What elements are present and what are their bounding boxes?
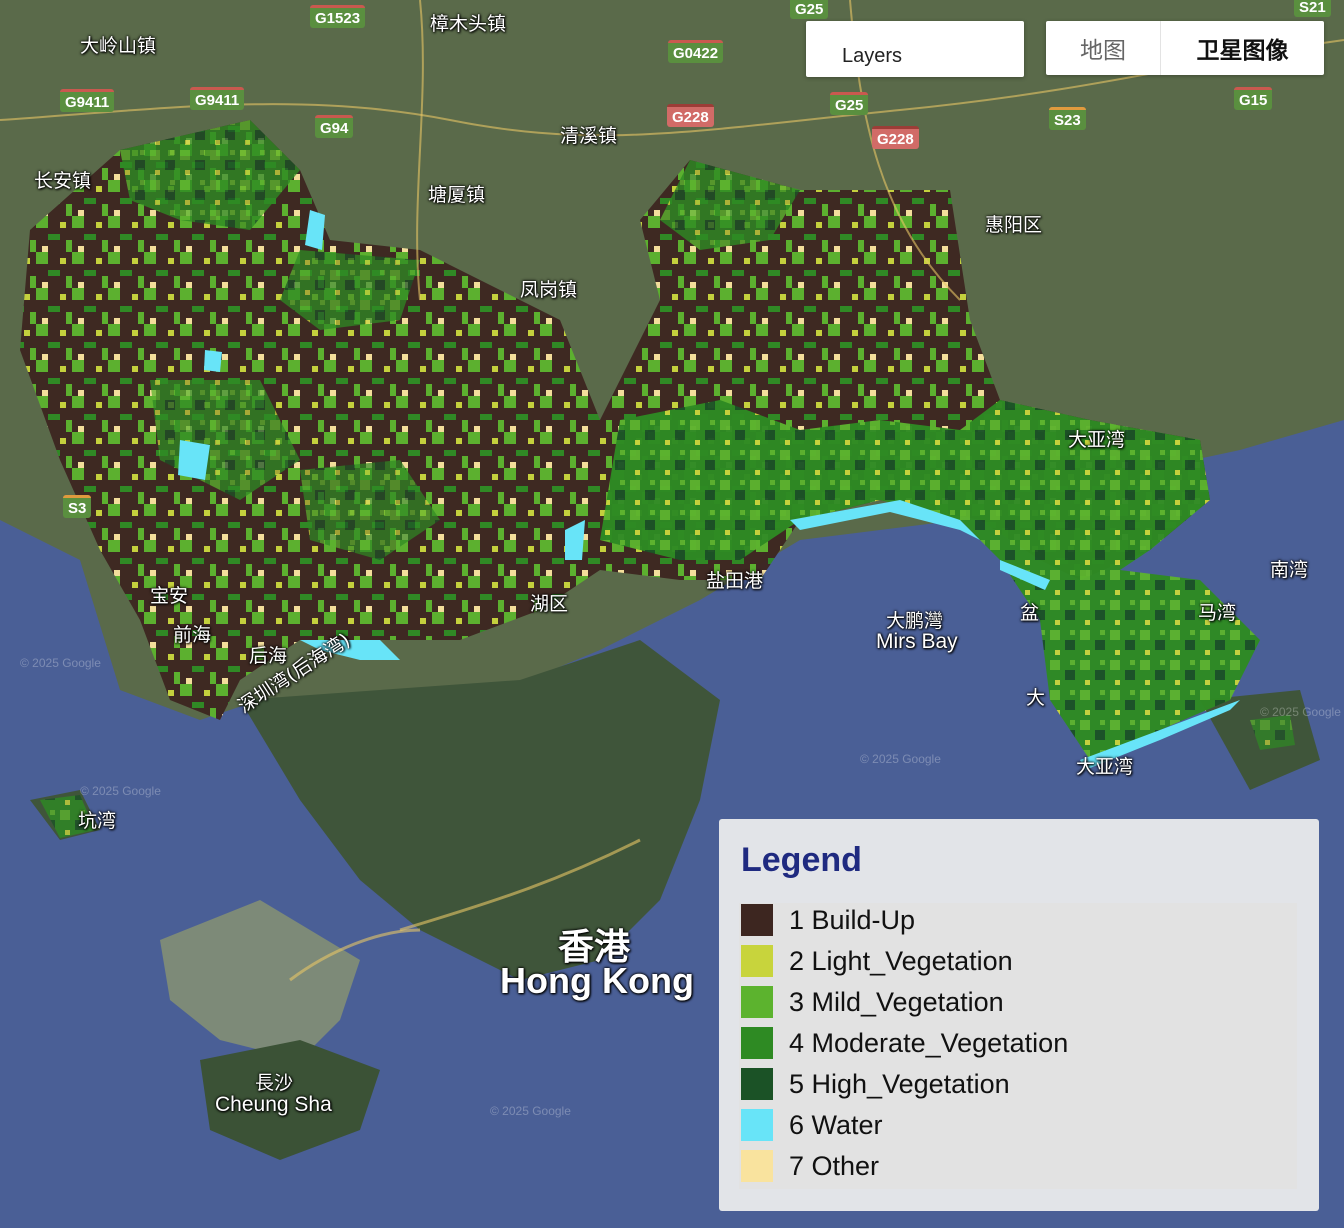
- legend-panel: Legend 1 Build-Up 2 Light_Vegetation 3 M…: [719, 819, 1319, 1211]
- road-shield: G94: [315, 115, 354, 138]
- place-label: 前海: [173, 624, 212, 646]
- legend-swatch: [741, 1109, 773, 1141]
- legend-swatch: [741, 1027, 773, 1059]
- legend-item-build-up: 1 Build-Up: [741, 903, 915, 937]
- place-label: 坑湾: [78, 810, 117, 832]
- place-label: 清溪镇: [560, 125, 618, 147]
- place-label: 大亚湾: [1068, 429, 1126, 451]
- legend-swatch: [741, 1150, 773, 1182]
- place-label: 長沙: [255, 1072, 294, 1094]
- place-label: 湖区: [530, 593, 569, 615]
- place-label: 樟木头镇: [430, 13, 507, 35]
- legend-label: 2 Light_Vegetation: [789, 945, 1013, 976]
- legend-item-moderate-vegetation: 4 Moderate_Vegetation: [741, 1026, 1068, 1060]
- legend-swatch: [741, 986, 773, 1018]
- legend-label: 3 Mild_Vegetation: [789, 986, 1004, 1017]
- road-shield: G0422: [668, 40, 724, 63]
- place-label: Cheung Sha: [215, 1093, 332, 1116]
- legend-list: 1 Build-Up 2 Light_Vegetation 3 Mild_Veg…: [739, 903, 1297, 1189]
- legend-label: 7 Other: [789, 1150, 880, 1181]
- google-watermark: © 2025 Google: [80, 784, 161, 798]
- place-label: 盐田港: [706, 570, 764, 592]
- google-watermark: © 2025 Google: [490, 1104, 571, 1118]
- legend-label: 5 High_Vegetation: [789, 1068, 1010, 1099]
- road-shield: S3: [63, 495, 92, 518]
- legend-item-other: 7 Other: [741, 1149, 879, 1183]
- legend-label: 1 Build-Up: [789, 904, 916, 935]
- place-label: Hong Kong: [500, 960, 694, 1001]
- place-label: 大亚湾: [1076, 756, 1134, 778]
- legend-swatch: [741, 1068, 773, 1100]
- layers-dropdown[interactable]: Layers: [806, 21, 1024, 77]
- road-shield: S21: [1294, 0, 1331, 17]
- map-type-control: 地图 卫星图像: [1046, 21, 1324, 75]
- place-label: 惠阳区: [985, 214, 1043, 236]
- legend-item-light-vegetation: 2 Light_Vegetation: [741, 944, 1013, 978]
- place-label: 大岭山镇: [80, 35, 157, 57]
- legend-item-water: 6 Water: [741, 1108, 883, 1142]
- road-shield: G25: [830, 92, 869, 115]
- legend-swatch: [741, 945, 773, 977]
- legend-label: 4 Moderate_Vegetation: [789, 1027, 1069, 1058]
- place-label: 大鹏灣: [886, 610, 944, 632]
- layers-label: Layers: [842, 45, 903, 67]
- place-label: 大: [1026, 687, 1046, 709]
- legend-swatch: [741, 904, 773, 936]
- map-type-satellite-button[interactable]: 卫星图像: [1161, 21, 1324, 75]
- place-label: 塘厦镇: [428, 184, 486, 206]
- google-watermark: © 2025 Google: [1260, 705, 1341, 719]
- place-label: 长安镇: [34, 170, 92, 192]
- map-type-map-button[interactable]: 地图: [1046, 21, 1161, 75]
- road-shield: G15: [1234, 87, 1273, 110]
- place-label: 宝安: [150, 585, 189, 607]
- road-shield: G9411: [190, 87, 245, 110]
- legend-item-high-vegetation: 5 High_Vegetation: [741, 1067, 1010, 1101]
- place-label: Mirs Bay: [876, 630, 958, 653]
- place-label: 凤岗镇: [520, 279, 578, 301]
- road-shield: G9411: [60, 89, 115, 112]
- google-watermark: © 2025 Google: [20, 656, 101, 670]
- road-shield: G1523: [310, 5, 366, 28]
- road-shield: G228: [667, 104, 714, 127]
- place-label: 南湾: [1270, 559, 1309, 581]
- road-shield: S23: [1049, 107, 1086, 130]
- google-watermark: © 2025 Google: [860, 752, 941, 766]
- legend-label: 6 Water: [789, 1109, 883, 1140]
- legend-item-mild-vegetation: 3 Mild_Vegetation: [741, 985, 1004, 1019]
- road-shield: G228: [872, 126, 919, 149]
- place-label: 马湾: [1198, 602, 1237, 624]
- place-label: 盆: [1020, 602, 1040, 624]
- road-shield: G25: [790, 0, 829, 19]
- legend-title: Legend: [741, 841, 862, 879]
